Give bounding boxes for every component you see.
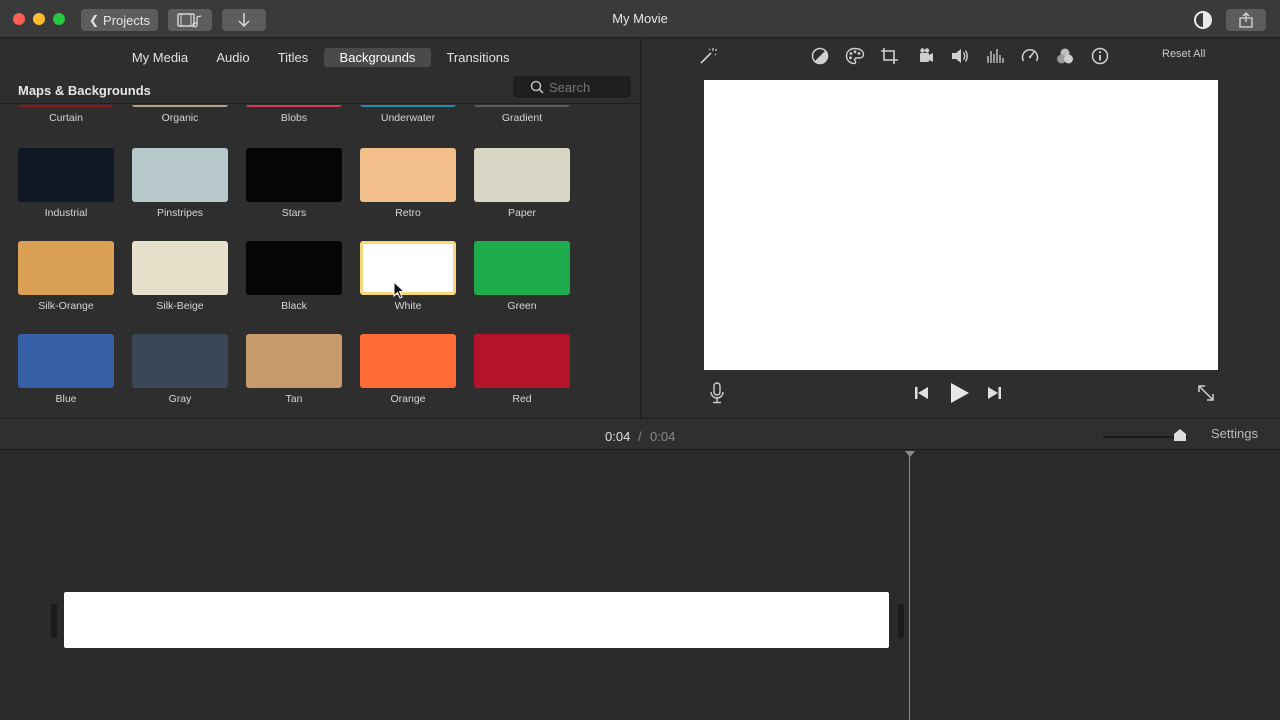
background-label-green: Green [507, 300, 537, 312]
contrast-icon[interactable] [1192, 9, 1214, 31]
timeline-clip[interactable] [64, 592, 889, 648]
background-label-tan: Tan [285, 393, 303, 405]
tab-audio[interactable]: Audio [208, 48, 258, 67]
background-thumb-blue[interactable] [18, 334, 114, 388]
background-label-white: White [394, 300, 422, 312]
playhead[interactable] [909, 451, 910, 720]
minimize-window-button[interactable] [33, 13, 45, 25]
background-thumb-blobs[interactable] [246, 105, 342, 107]
background-label-paper: Paper [507, 207, 537, 219]
color-correction-icon[interactable] [845, 47, 865, 65]
timeline [0, 451, 1280, 720]
background-label-blue: Blue [55, 393, 77, 405]
chevron-left-icon: ❮ [88, 13, 100, 27]
background-thumb-white[interactable] [360, 241, 456, 295]
skip-forward-icon[interactable] [984, 382, 1004, 404]
crop-icon[interactable] [880, 47, 900, 65]
background-label-organic: Organic [161, 112, 199, 124]
background-thumb-gray[interactable] [132, 334, 228, 388]
magic-wand-icon[interactable] [698, 47, 718, 65]
video-preview [704, 80, 1218, 370]
fullscreen-icon[interactable] [1196, 382, 1216, 404]
share-icon [1239, 12, 1253, 28]
maximize-window-button[interactable] [53, 13, 65, 25]
import-button[interactable] [222, 9, 266, 31]
background-label-pinstripes: Pinstripes [156, 207, 204, 219]
tab-backgrounds[interactable]: Backgrounds [324, 48, 431, 67]
time-separator: / [638, 429, 642, 444]
section-title: Maps & Backgrounds [18, 83, 151, 98]
search-icon [530, 80, 544, 94]
background-thumb-red[interactable] [474, 334, 570, 388]
zoom-slider-thumb[interactable] [1173, 429, 1186, 441]
background-label-blobs: Blobs [280, 112, 308, 124]
clip-filter-icon[interactable] [1055, 47, 1075, 65]
background-label-curtain: Curtain [49, 112, 83, 124]
background-label-stars: Stars [281, 207, 307, 219]
share-button[interactable] [1226, 9, 1266, 31]
background-thumb-green[interactable] [474, 241, 570, 295]
background-thumb-retro[interactable] [360, 148, 456, 202]
background-thumb-pinstripes[interactable] [132, 148, 228, 202]
color-balance-icon[interactable] [810, 47, 830, 65]
current-time: 0:04 [605, 429, 631, 444]
background-thumb-gradient[interactable] [474, 105, 570, 107]
background-label-red: Red [512, 393, 532, 405]
clip-trim-handle-right[interactable] [898, 604, 904, 638]
media-browser-button[interactable] [168, 9, 212, 31]
background-thumb-silk-beige[interactable] [132, 241, 228, 295]
background-label-orange: Orange [390, 393, 426, 405]
background-label-industrial: Industrial [44, 207, 88, 219]
mouse-cursor-icon [393, 281, 405, 299]
background-thumb-underwater[interactable] [360, 105, 456, 107]
background-label-silk-orange: Silk-Orange [38, 300, 94, 312]
backgrounds-grid: Curtain Organic Blobs Underwater Gradient Ind… [0, 105, 641, 418]
play-icon[interactable] [947, 382, 971, 404]
browser-panel: My Media Audio Titles Backgrounds Transi… [0, 39, 641, 418]
arrow-down-icon [238, 13, 250, 28]
background-thumb-industrial[interactable] [18, 148, 114, 202]
total-time: 0:04 [650, 429, 676, 444]
microphone-icon[interactable] [707, 382, 727, 404]
projects-button-label: Projects [103, 12, 151, 28]
reset-all-button[interactable]: Reset All [1162, 48, 1205, 60]
background-thumb-curtain[interactable] [18, 105, 114, 107]
speed-icon[interactable] [1020, 47, 1040, 65]
tab-my-media[interactable]: My Media [122, 48, 198, 67]
timeline-header: 0:04 / 0:04 Settings [0, 418, 1280, 450]
info-icon[interactable] [1090, 47, 1110, 65]
tab-transitions[interactable]: Transitions [439, 48, 517, 67]
skip-back-icon[interactable] [912, 382, 932, 404]
stabilization-icon[interactable] [916, 47, 936, 65]
background-thumb-paper[interactable] [474, 148, 570, 202]
close-window-button[interactable] [13, 13, 25, 25]
browser-tabs: My Media Audio Titles Backgrounds Transi… [0, 39, 641, 75]
background-thumb-orange[interactable] [360, 334, 456, 388]
background-label-gray: Gray [168, 393, 192, 405]
background-thumb-stars[interactable] [246, 148, 342, 202]
background-thumb-organic[interactable] [132, 105, 228, 107]
background-label-retro: Retro [395, 207, 421, 219]
projects-back-button[interactable]: ❮ Projects [81, 9, 158, 31]
background-thumb-tan[interactable] [246, 334, 342, 388]
tab-titles[interactable]: Titles [268, 48, 318, 67]
noise-reduction-icon[interactable] [985, 47, 1005, 65]
background-thumb-black[interactable] [246, 241, 342, 295]
background-thumb-silk-orange[interactable] [18, 241, 114, 295]
background-label-black: Black [281, 300, 307, 312]
title-bar: ❮ Projects My Movie [0, 0, 1280, 38]
clip-trim-handle-left[interactable] [51, 604, 57, 638]
film-music-icon [177, 13, 202, 28]
background-label-underwater: Underwater [380, 112, 436, 124]
background-label-gradient: Gradient [501, 112, 543, 124]
volume-icon[interactable] [950, 47, 970, 65]
playhead-marker[interactable] [905, 451, 915, 457]
settings-button[interactable]: Settings [1211, 426, 1258, 441]
background-label-silk-beige: Silk-Beige [156, 300, 204, 312]
viewer-panel: Reset All [642, 39, 1280, 418]
